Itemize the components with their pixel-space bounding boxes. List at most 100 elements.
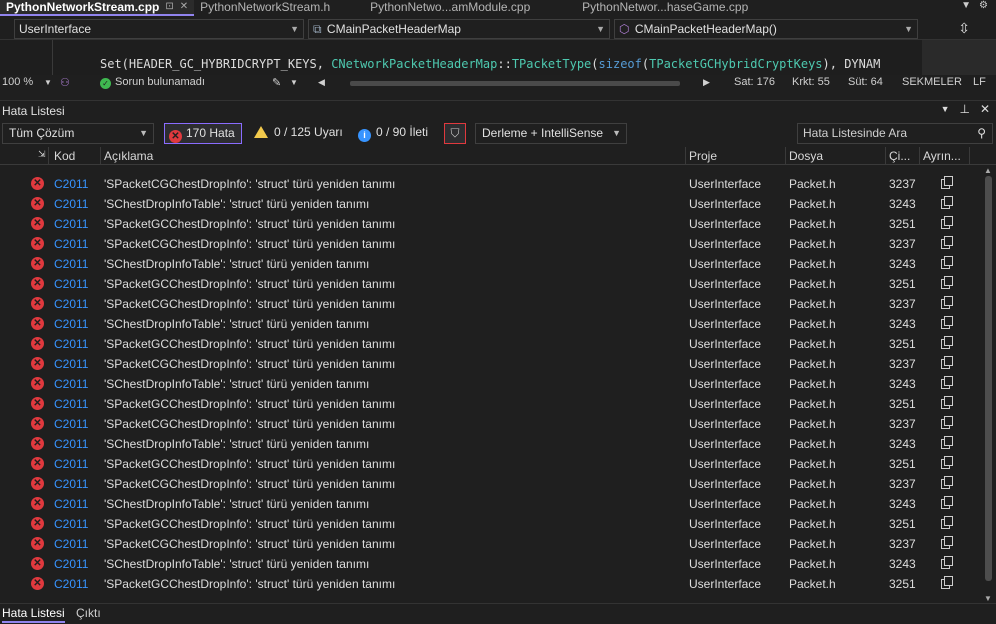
error-search-input[interactable]: Hata Listesinde Ara ⚲ <box>797 123 993 144</box>
table-row[interactable]: ✕ C2011 'SPacketCGChestDropInfo': 'struct'… <box>0 234 980 254</box>
copy-details-icon[interactable] <box>940 336 954 350</box>
tab-dropdown-icon[interactable]: ▼ <box>961 0 971 11</box>
table-row[interactable]: ✕ C2011 'SChestDropInfoTable': 'struct' tü… <box>0 254 980 274</box>
indent-mode[interactable]: SEKMELER <box>902 76 962 88</box>
error-code[interactable]: C2011 <box>54 357 98 371</box>
split-editor-icon[interactable]: ⇳ <box>958 20 970 37</box>
table-row[interactable]: ✕ C2011 'SPacketCGChestDropInfo': 'struct'… <box>0 174 980 194</box>
error-code[interactable]: C2011 <box>54 317 98 331</box>
pin-icon[interactable]: ⊥ <box>959 102 969 116</box>
filter-button[interactable]: ⛉ <box>444 123 466 144</box>
error-code[interactable]: C2011 <box>54 537 98 551</box>
error-code[interactable]: C2011 <box>54 257 98 271</box>
tab-gamemodule-cpp[interactable]: PythonNetwo...amModule.cpp <box>364 0 576 16</box>
error-code[interactable]: C2011 <box>54 397 98 411</box>
horizontal-scrollbar[interactable] <box>350 81 680 86</box>
search-icon[interactable]: ⚲ <box>977 124 986 143</box>
table-row[interactable]: ✕ C2011 'SPacketGCChestDropInfo': 'struct'… <box>0 334 980 354</box>
tab-pythonnetworkstream-cpp[interactable]: PythonNetworkStream.cpp ⊡ ✕ <box>0 0 195 16</box>
error-code[interactable]: C2011 <box>54 297 98 311</box>
table-row[interactable]: ✕ C2011 'SPacketGCChestDropInfo': 'struct'… <box>0 454 980 474</box>
table-row[interactable]: ✕ C2011 'SChestDropInfoTable': 'struct' tü… <box>0 554 980 574</box>
copy-details-icon[interactable] <box>940 256 954 270</box>
copy-details-icon[interactable] <box>940 276 954 290</box>
column-separator[interactable] <box>919 147 920 165</box>
error-code[interactable]: C2011 <box>54 377 98 391</box>
table-row[interactable]: ✕ C2011 'SPacketCGChestDropInfo': 'struct'… <box>0 474 980 494</box>
issues-status[interactable]: ✓ Sorun bulunamadı <box>100 76 205 89</box>
nav-forward-icon[interactable]: ▶ <box>703 77 710 88</box>
nav-back-icon[interactable]: ◀ <box>318 77 325 88</box>
copy-details-icon[interactable] <box>940 436 954 450</box>
column-line[interactable]: Çi... <box>889 149 910 163</box>
copy-details-icon[interactable] <box>940 496 954 510</box>
copy-details-icon[interactable] <box>940 536 954 550</box>
member-combo[interactable]: ⬡ CMainPacketHeaderMap() ▼ <box>614 19 918 39</box>
table-row[interactable]: ✕ C2011 'SPacketGCChestDropInfo': 'struct'… <box>0 394 980 414</box>
tab-phasegame-cpp[interactable]: PythonNetwor...haseGame.cpp <box>576 0 776 16</box>
scroll-down-icon[interactable]: ▼ <box>984 594 992 603</box>
column-separator[interactable] <box>969 147 970 165</box>
warnings-toggle-button[interactable]: 0 / 125 Uyarı <box>254 123 343 144</box>
error-code[interactable]: C2011 <box>54 417 98 431</box>
copilot-icon[interactable]: ⚇ <box>60 76 70 89</box>
copy-details-icon[interactable] <box>940 576 954 590</box>
error-code[interactable]: C2011 <box>54 457 98 471</box>
table-row[interactable]: ✕ C2011 'SChestDropInfoTable': 'struct' tü… <box>0 494 980 514</box>
code-line[interactable]: Set(HEADER_GC_HYBRIDCRYPT_KEYS, CNetwork… <box>100 57 922 71</box>
sort-icon[interactable]: ⇲ <box>38 149 46 160</box>
messages-toggle-button[interactable]: i 0 / 90 İleti <box>358 123 428 144</box>
table-row[interactable]: ✕ C2011 'SChestDropInfoTable': 'struct' tü… <box>0 194 980 214</box>
column-separator[interactable] <box>100 147 101 165</box>
copy-details-icon[interactable] <box>940 296 954 310</box>
error-list-scrollbar[interactable]: ▲ ▼ <box>981 166 996 603</box>
table-row[interactable]: ✕ C2011 'SPacketCGChestDropInfo': 'struct'… <box>0 534 980 554</box>
table-row[interactable]: ✕ C2011 'SPacketGCChestDropInfo': 'struct'… <box>0 514 980 534</box>
column-project[interactable]: Proje <box>689 149 717 163</box>
column-separator[interactable] <box>885 147 886 165</box>
table-row[interactable]: ✕ C2011 'SPacketGCChestDropInfo': 'struct'… <box>0 274 980 294</box>
close-icon[interactable]: ✕ <box>980 102 990 116</box>
code-editor[interactable]: Set(HEADER_GC_HYBRIDCRYPT_KEYS, CNetwork… <box>0 40 996 75</box>
errors-toggle-button[interactable]: ✕ 170 Hata <box>164 123 242 144</box>
column-separator[interactable] <box>685 147 686 165</box>
column-details[interactable]: Ayrın... <box>923 149 961 163</box>
copy-details-icon[interactable] <box>940 236 954 250</box>
error-code[interactable]: C2011 <box>54 277 98 291</box>
table-row[interactable]: ✕ C2011 'SPacketCGChestDropInfo': 'struct'… <box>0 414 980 434</box>
table-row[interactable]: ✕ C2011 'SPacketGCChestDropInfo': 'struct'… <box>0 214 980 234</box>
error-code[interactable]: C2011 <box>54 497 98 511</box>
char-position[interactable]: Süt: 64 <box>848 76 883 88</box>
table-row[interactable]: ✕ C2011 'SChestDropInfoTable': 'struct' tü… <box>0 374 980 394</box>
tab-error-list[interactable]: Hata Listesi <box>2 606 65 623</box>
error-code[interactable]: C2011 <box>54 337 98 351</box>
copy-details-icon[interactable] <box>940 176 954 190</box>
error-code[interactable]: C2011 <box>54 477 98 491</box>
scope-combo[interactable]: ⧉ CMainPacketHeaderMap ▼ <box>308 19 610 39</box>
table-row[interactable]: ✕ C2011 'SPacketCGChestDropInfo': 'struct'… <box>0 294 980 314</box>
pin-icon[interactable]: ⊡ <box>165 0 173 14</box>
table-row[interactable]: ✕ C2011 'SChestDropInfoTable': 'struct' tü… <box>0 434 980 454</box>
table-row[interactable]: ✕ C2011 'SPacketCGChestDropInfo': 'struct'… <box>0 354 980 374</box>
copy-details-icon[interactable] <box>940 456 954 470</box>
copy-details-icon[interactable] <box>940 396 954 410</box>
brush-dropdown-icon[interactable]: ▼ <box>290 78 298 87</box>
brush-icon[interactable]: ✎ <box>272 76 281 89</box>
column-number[interactable]: Krkt: 55 <box>792 76 830 88</box>
copy-details-icon[interactable] <box>940 356 954 370</box>
copy-details-icon[interactable] <box>940 476 954 490</box>
table-row[interactable]: ✕ C2011 'SPacketGCChestDropInfo': 'struct'… <box>0 574 980 594</box>
column-description[interactable]: Açıklama <box>104 149 153 163</box>
error-list-rows[interactable]: ✕ C2011 'SPacketCGChestDropInfo': 'struct'… <box>0 166 980 603</box>
copy-details-icon[interactable] <box>940 516 954 530</box>
copy-details-icon[interactable] <box>940 196 954 210</box>
error-code[interactable]: C2011 <box>54 437 98 451</box>
tab-output[interactable]: Çıktı <box>76 606 101 620</box>
scrollbar-thumb[interactable] <box>985 176 992 581</box>
close-icon[interactable]: ✕ <box>180 0 188 14</box>
zoom-level[interactable]: 100 % <box>2 76 33 88</box>
error-code[interactable]: C2011 <box>54 557 98 571</box>
scope-filter-dropdown[interactable]: Tüm Çözüm ▼ <box>2 123 154 144</box>
table-row[interactable]: ✕ C2011 'SChestDropInfoTable': 'struct' tü… <box>0 314 980 334</box>
tab-pythonnetworkstream-h[interactable]: PythonNetworkStream.h <box>194 0 364 16</box>
